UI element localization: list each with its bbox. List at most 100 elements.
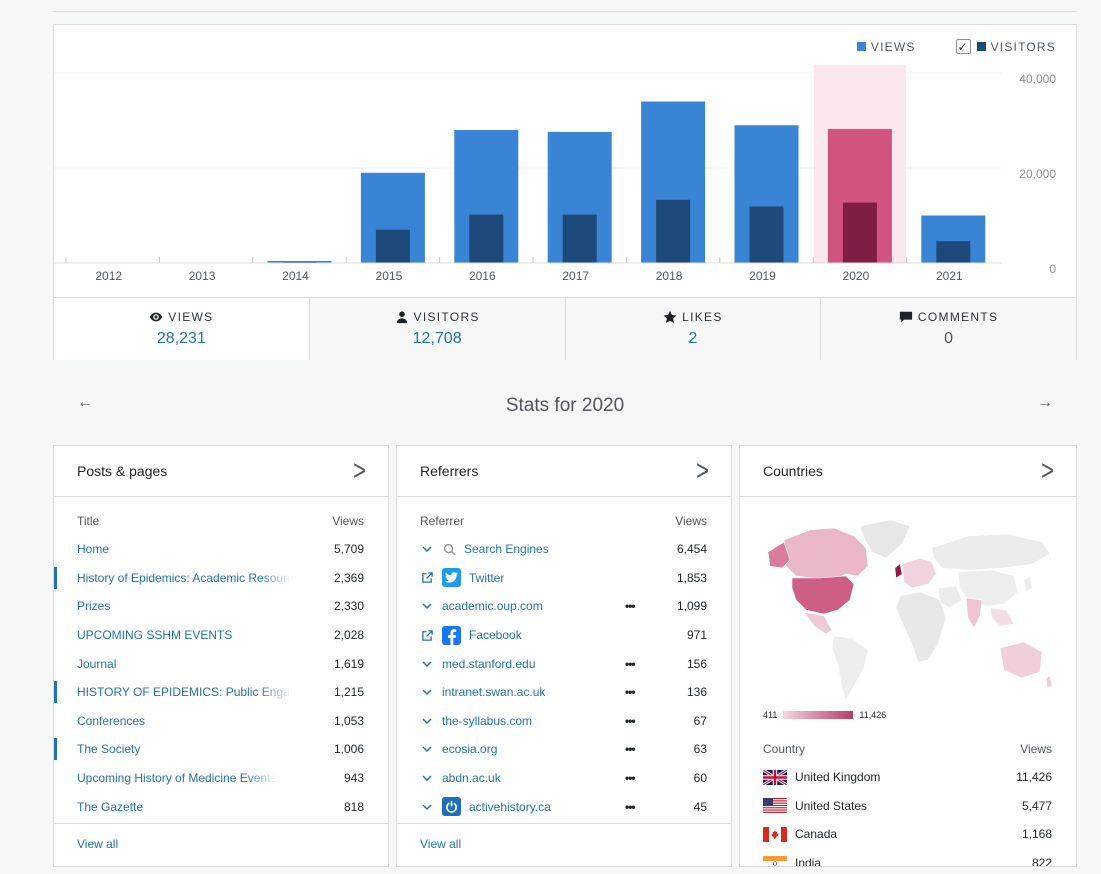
bar-visitors[interactable] xyxy=(936,241,971,263)
country-row[interactable]: India 822 xyxy=(740,849,1076,866)
referrer-link[interactable]: activehistory.ca xyxy=(469,800,551,814)
referrer-link[interactable]: Search Engines xyxy=(464,542,549,556)
referrer-row[interactable]: Facebook 971 xyxy=(397,621,731,650)
legend-visitors[interactable]: VISITORS xyxy=(976,39,1056,54)
world-map[interactable] xyxy=(762,518,1054,708)
referrers-view-all-link[interactable]: View all xyxy=(397,823,731,866)
post-title-link[interactable]: Journal xyxy=(77,657,116,671)
post-title-link[interactable]: UPCOMING SSHM EVENTS xyxy=(77,628,232,642)
twitter-icon xyxy=(442,568,461,588)
external-link-icon[interactable] xyxy=(420,628,434,642)
tab-comments[interactable]: COMMENTS 0 xyxy=(821,298,1076,360)
country-row[interactable]: United Kingdom 11,426 xyxy=(740,763,1076,792)
referrer-row[interactable]: academic.oup.com ••• 1,099 xyxy=(397,592,731,621)
post-row[interactable]: Upcoming History of Medicine Events 943 xyxy=(54,764,388,793)
referrer-row[interactable]: the-syllabus.com ••• 67 xyxy=(397,707,731,736)
post-title-link[interactable]: The Gazette xyxy=(77,800,143,814)
post-row[interactable]: Journal 1,619 xyxy=(54,649,388,678)
x-tick-label: 2014 xyxy=(282,269,309,283)
tab-likes[interactable]: LIKES 2 xyxy=(565,298,822,360)
post-title-link[interactable]: Upcoming History of Medicine Events xyxy=(77,771,276,785)
referrer-views: 136 xyxy=(686,685,707,700)
external-link-icon[interactable] xyxy=(420,571,434,585)
bar-visitors[interactable] xyxy=(375,229,410,263)
more-options-icon[interactable]: ••• xyxy=(625,800,636,814)
referrers-header[interactable]: Referrers > xyxy=(397,446,731,497)
referrer-link[interactable]: Facebook xyxy=(469,628,522,642)
referrer-link[interactable]: academic.oup.com xyxy=(442,599,543,613)
more-options-icon[interactable]: ••• xyxy=(625,599,636,613)
column-title: Title xyxy=(77,514,100,528)
legend-visitors-label: VISITORS xyxy=(990,39,1056,54)
post-row[interactable]: History of Epidemics: Academic Resources… xyxy=(54,564,388,593)
referrer-row[interactable]: intranet.swan.ac.uk ••• 136 xyxy=(397,678,731,707)
chevron-down-icon[interactable] xyxy=(420,542,434,556)
post-row[interactable]: The Society 1,006 xyxy=(54,735,388,764)
referrer-link[interactable]: ecosia.org xyxy=(442,742,497,756)
more-options-icon[interactable]: ••• xyxy=(625,714,636,728)
referrer-row[interactable]: abdn.ac.uk ••• 60 xyxy=(397,764,731,793)
referrer-row[interactable]: activehistory.ca ••• 45 xyxy=(397,792,731,821)
tab-views[interactable]: VIEWS 28,231 xyxy=(54,298,310,360)
bar-chart[interactable]: 0 20,000 40,000 2012 2013 2014 2015 2016 2017 201… xyxy=(54,25,1076,297)
posts-view-all-link[interactable]: View all xyxy=(54,823,388,866)
post-views: 2,330 xyxy=(333,599,364,614)
post-views: 1,053 xyxy=(333,713,364,728)
chevron-down-icon[interactable] xyxy=(420,685,434,699)
referrer-link[interactable]: Twitter xyxy=(469,571,504,585)
bar-visitors[interactable] xyxy=(656,199,691,263)
y-tick-label: 40,000 xyxy=(1019,72,1056,86)
uk-flag-icon xyxy=(763,769,787,785)
chevron-right-icon[interactable]: > xyxy=(696,454,709,488)
post-title-link[interactable]: Prizes xyxy=(77,599,110,613)
post-title-link[interactable]: History of Epidemics: Academic Resources xyxy=(77,571,292,585)
chevron-down-icon[interactable] xyxy=(420,657,434,671)
map-india xyxy=(965,597,983,629)
post-row[interactable]: Prizes 2,330 xyxy=(54,592,388,621)
more-options-icon[interactable]: ••• xyxy=(625,742,636,756)
post-row[interactable]: The Gazette 818 xyxy=(54,792,388,821)
post-row[interactable]: Home 5,709 xyxy=(54,535,388,564)
chevron-right-icon[interactable]: > xyxy=(1041,454,1054,488)
referrer-link[interactable]: abdn.ac.uk xyxy=(442,771,501,785)
bar-visitors[interactable] xyxy=(469,214,504,263)
more-options-icon[interactable]: ••• xyxy=(625,685,636,699)
referrer-row[interactable]: Twitter 1,853 xyxy=(397,564,731,593)
chevron-right-icon[interactable]: > xyxy=(353,454,366,488)
referrer-row[interactable]: med.stanford.edu ••• 156 xyxy=(397,649,731,678)
post-row[interactable]: Conferences 1,053 xyxy=(54,707,388,736)
period-navigation: ← Stats for 2020 → xyxy=(53,392,1077,422)
map-se-asia xyxy=(989,607,1015,627)
chevron-down-icon[interactable] xyxy=(420,599,434,613)
country-row[interactable]: Canada 1,168 xyxy=(740,820,1076,849)
more-options-icon[interactable]: ••• xyxy=(625,771,636,785)
posts-pages-header[interactable]: Posts & pages > xyxy=(54,446,388,497)
chevron-down-icon[interactable] xyxy=(420,742,434,756)
referrer-link[interactable]: intranet.swan.ac.uk xyxy=(442,685,545,699)
x-tick-label: 2012 xyxy=(95,269,122,283)
referrer-row[interactable]: Search Engines 6,454 xyxy=(397,535,731,564)
star-icon xyxy=(663,310,677,323)
post-title-link[interactable]: The Society xyxy=(77,742,140,756)
post-row[interactable]: HISTORY OF EPIDEMICS: Public Engagement 1… xyxy=(54,678,388,707)
more-options-icon[interactable]: ••• xyxy=(625,657,636,671)
next-period-arrow-icon[interactable]: → xyxy=(1037,394,1053,412)
bar-visitors[interactable] xyxy=(749,206,784,263)
post-title-link[interactable]: Home xyxy=(77,542,109,556)
bar-visitors[interactable] xyxy=(842,202,877,263)
post-title-link[interactable]: HISTORY OF EPIDEMICS: Public Engagement xyxy=(77,685,292,699)
period-title: Stats for 2020 xyxy=(505,395,625,416)
referrer-link[interactable]: the-syllabus.com xyxy=(442,714,532,728)
country-row[interactable]: United States 5,477 xyxy=(740,792,1076,821)
chevron-down-icon[interactable] xyxy=(420,800,434,814)
countries-header[interactable]: Countries > xyxy=(740,446,1076,497)
bar-visitors[interactable] xyxy=(562,214,597,263)
post-row[interactable]: UPCOMING SSHM EVENTS 2,028 xyxy=(54,621,388,650)
referrer-row[interactable]: ecosia.org ••• 63 xyxy=(397,735,731,764)
visitors-checkbox[interactable]: ✓ xyxy=(955,39,971,54)
post-title-link[interactable]: Conferences xyxy=(77,714,145,728)
chevron-down-icon[interactable] xyxy=(420,714,434,728)
chevron-down-icon[interactable] xyxy=(420,771,434,785)
referrer-link[interactable]: med.stanford.edu xyxy=(442,657,535,671)
tab-visitors[interactable]: VISITORS 12,708 xyxy=(309,298,566,360)
